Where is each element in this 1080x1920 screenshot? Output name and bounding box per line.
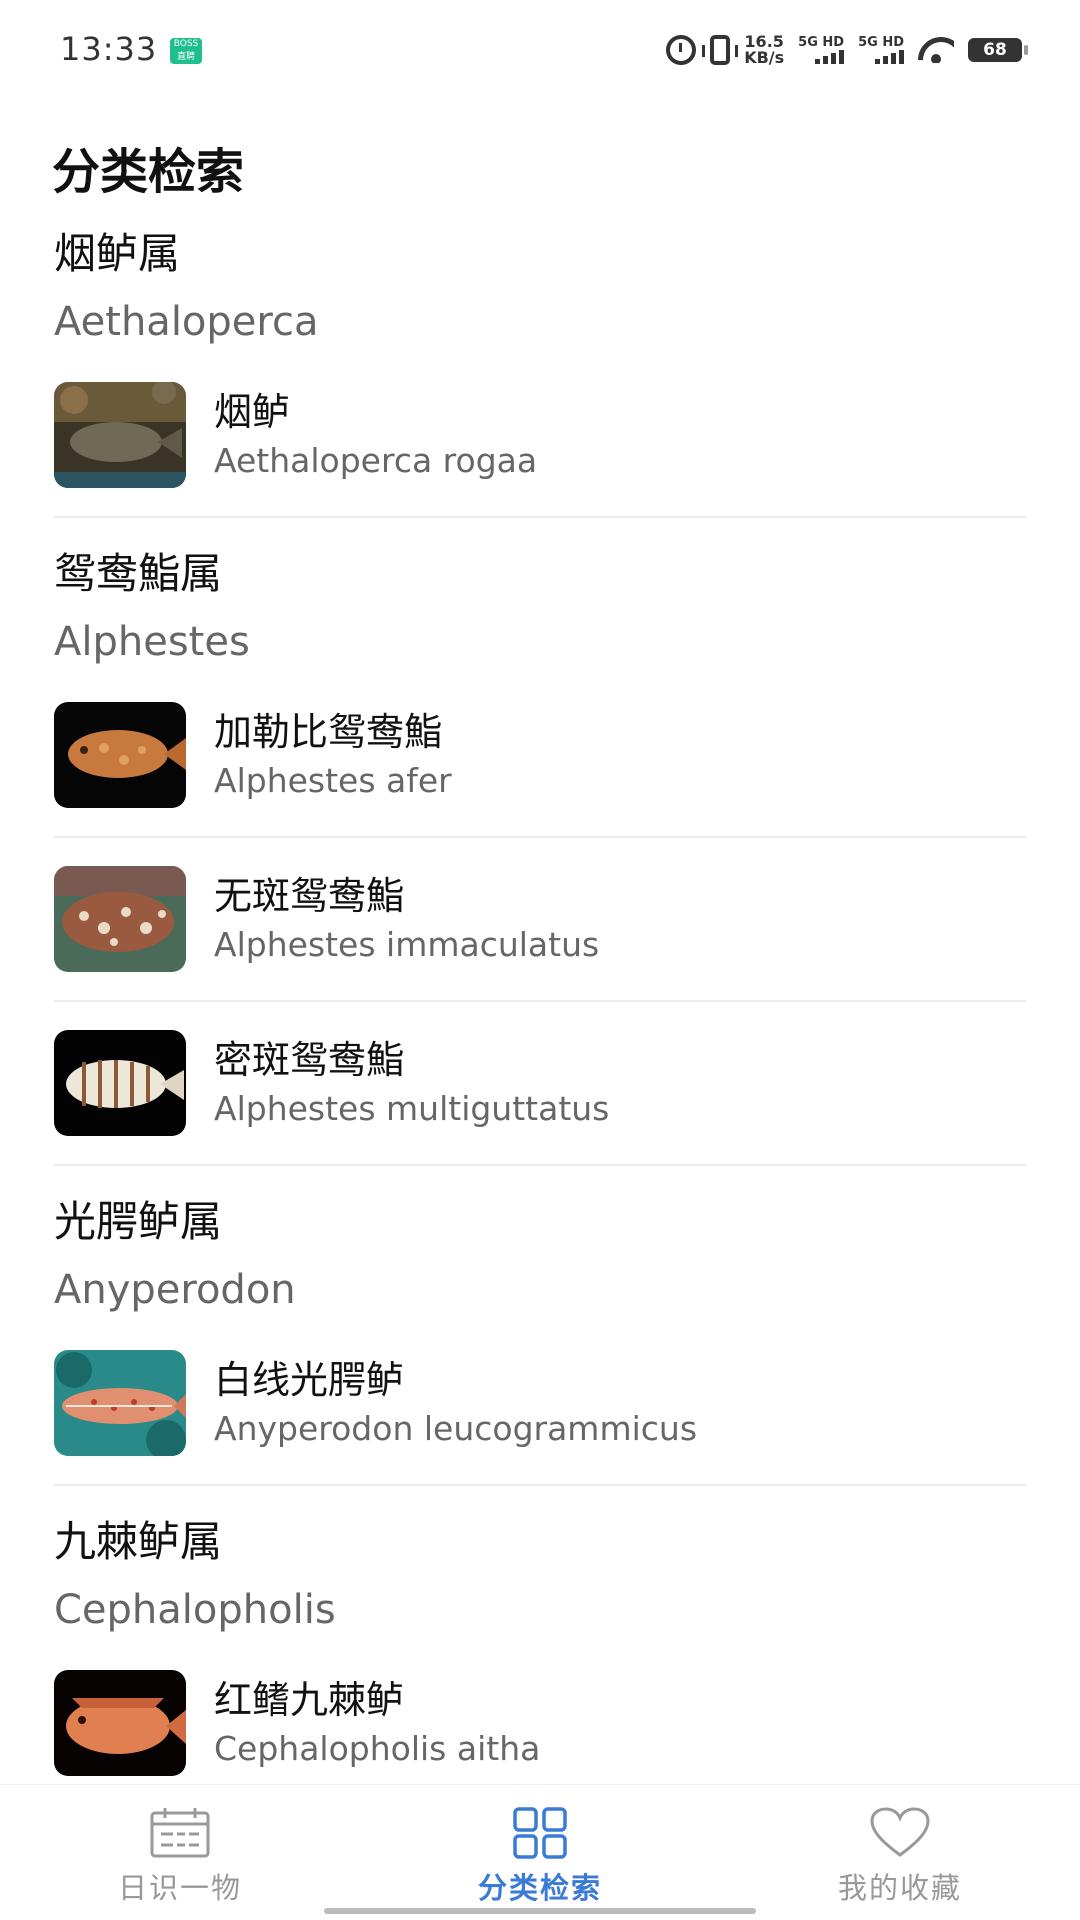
heart-icon	[870, 1807, 930, 1857]
nav-favorites[interactable]: 我的收藏	[720, 1785, 1080, 1920]
battery-icon: 68	[968, 38, 1028, 62]
page-title: 分类检索	[52, 144, 245, 200]
genus-name-cn: 光腭鲈属	[54, 1197, 223, 1246]
species-item[interactable]: 无斑鸳鸯鮨 Alphestes immaculatus	[54, 838, 1026, 1002]
species-name-latin: Alphestes afer	[214, 761, 452, 800]
genus-name-cn: 鸳鸯鮨属	[54, 549, 223, 598]
species-item[interactable]: 加勒比鸳鸯鮨 Alphestes afer	[54, 674, 1026, 838]
fish-thumbnail	[54, 702, 186, 808]
alarm-icon	[666, 35, 697, 65]
genus-name-cn: 烟鲈属	[54, 229, 181, 278]
nav-daily[interactable]: 日识一物	[0, 1785, 360, 1920]
nav-label: 分类检索	[477, 1871, 602, 1905]
species-item[interactable]: 白线光腭鲈 Anyperodon leucogrammicus	[54, 1322, 1026, 1486]
species-name-cn: 加勒比鸳鸯鮨	[214, 710, 443, 754]
species-name-cn: 密斑鸳鸯鮨	[214, 1038, 405, 1082]
species-name-latin: Anyperodon leucogrammicus	[214, 1409, 698, 1448]
species-name-latin: Alphestes immaculatus	[214, 925, 600, 964]
genus-section: 鸳鸯鮨属 Alphestes 加勒比鸳鸯鮨 Alphestes afer 无斑鸳…	[54, 544, 1026, 1166]
species-name-latin: Aethaloperca rogaa	[214, 441, 538, 480]
fish-thumbnail	[54, 1030, 186, 1136]
species-name-latin: Cephalopholis aitha	[214, 1729, 541, 1768]
genus-name-latin: Aethaloperca	[54, 299, 319, 345]
genus-section: 烟鲈属 Aethaloperca 烟鲈 Aethaloperca rogaa	[54, 224, 1026, 518]
fish-thumbnail	[54, 382, 186, 488]
genus-section: 光腭鲈属 Anyperodon 白线光腭鲈 Anyperodon leucogr…	[54, 1192, 1026, 1486]
app-notification-badge: BOSS 直聘	[170, 38, 202, 64]
species-name-latin: Alphestes multiguttatus	[214, 1089, 610, 1128]
nav-label: 我的收藏	[837, 1871, 962, 1905]
network-speed: 16.5 KB/s	[744, 34, 784, 66]
species-name-cn: 红鳍九棘鲈	[214, 1678, 405, 1722]
fish-thumbnail	[54, 1670, 186, 1776]
nav-label: 日识一物	[117, 1871, 242, 1905]
species-name-cn: 白线光腭鲈	[214, 1358, 405, 1402]
species-name-cn: 烟鲈	[214, 390, 291, 434]
genus-name-latin: Alphestes	[54, 619, 250, 665]
fish-thumbnail	[54, 1350, 186, 1456]
species-item[interactable]: 烟鲈 Aethaloperca rogaa	[54, 354, 1026, 518]
nav-category-search[interactable]: 分类检索	[360, 1785, 720, 1920]
calendar-icon	[150, 1808, 210, 1858]
sim1-label: 5G HD	[798, 35, 845, 50]
network-speed-unit: KB/s	[744, 48, 785, 67]
sim2-signal-icon: 5G HD	[858, 36, 904, 64]
genus-name-cn: 九棘鲈属	[54, 1517, 223, 1566]
sim2-label: 5G HD	[858, 35, 904, 50]
species-item[interactable]: 红鳍九棘鲈 Cephalopholis aitha	[54, 1642, 1026, 1780]
grid-icon	[513, 1807, 567, 1859]
status-icons: 16.5 KB/s 5G HD 5G HD 68	[666, 34, 1028, 66]
fish-thumbnail	[54, 866, 186, 972]
battery-level: 68	[983, 40, 1007, 60]
genus-section: 九棘鲈属 Cephalopholis 红鳍九棘鲈 Cephalopholis a…	[54, 1512, 1026, 1780]
sim1-signal-icon: 5G HD	[798, 35, 845, 64]
vibrate-icon	[702, 35, 739, 65]
species-item[interactable]: 密斑鸳鸯鮨 Alphestes multiguttatus	[54, 1002, 1026, 1166]
genus-name-latin: Cephalopholis	[54, 1587, 336, 1633]
bottom-nav: 日识一物 分类检索 我的收藏	[0, 1784, 1080, 1920]
wifi-icon	[918, 37, 954, 63]
status-bar: 13:33 BOSS 直聘 16.5 KB/s 5G HD 5G HD 68	[0, 0, 1080, 100]
status-time: 13:33	[60, 30, 158, 68]
species-name-cn: 无斑鸳鸯鮨	[214, 874, 405, 918]
genus-name-latin: Anyperodon	[54, 1267, 296, 1313]
home-indicator[interactable]	[324, 1908, 756, 1914]
genus-list[interactable]: 烟鲈属 Aethaloperca 烟鲈 Aethaloperca rogaa 鸳…	[54, 220, 1026, 1780]
